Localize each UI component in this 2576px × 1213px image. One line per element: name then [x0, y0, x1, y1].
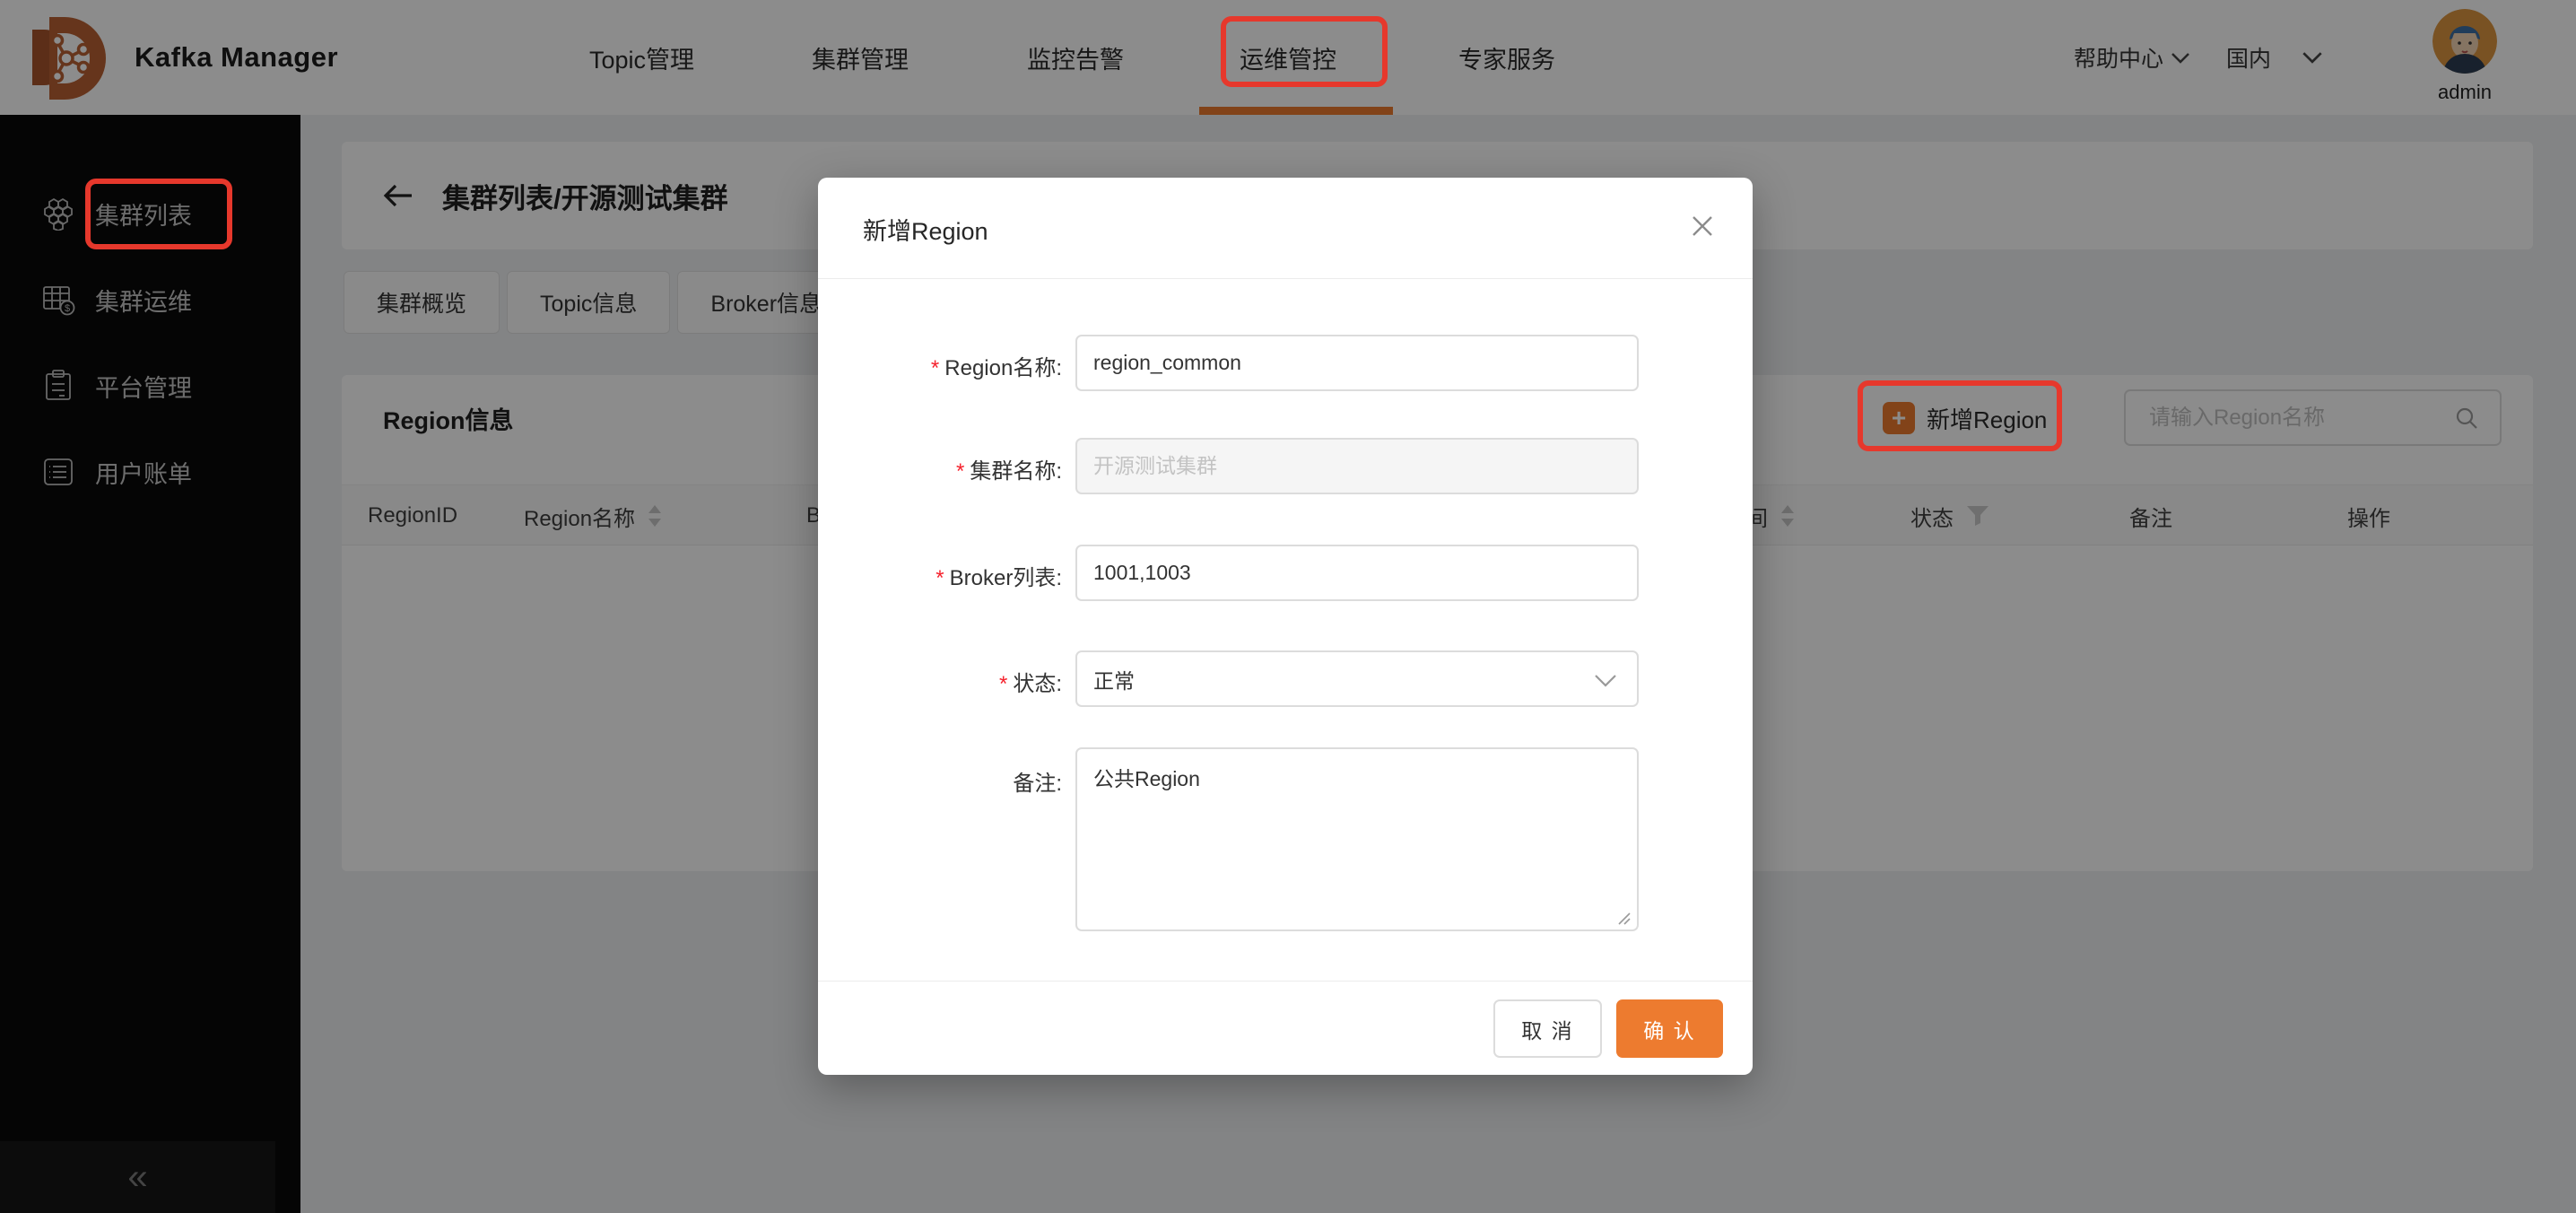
confirm-button[interactable]: 确 认: [1616, 999, 1723, 1058]
field-label-region-name: * Region名称:: [930, 356, 1062, 380]
remark-textarea[interactable]: 公共Region: [1075, 747, 1639, 931]
close-icon: [1693, 216, 1712, 236]
cancel-button[interactable]: 取 消: [1493, 999, 1602, 1058]
chevron-down-icon: [1595, 675, 1616, 687]
status-select-value: 正常: [1093, 668, 1135, 693]
region-name-input[interactable]: [1075, 335, 1639, 391]
required-mark: *: [930, 356, 940, 380]
modal-close-button[interactable]: [1686, 210, 1719, 242]
required-mark: *: [955, 459, 965, 484]
modal-header-divider: [818, 278, 1753, 279]
field-label-cluster-name: * 集群名称:: [955, 459, 1062, 484]
field-label-remark: 备注:: [1013, 772, 1062, 796]
add-region-modal: 新增Region *Region名称: *集群名称: *Broker列表: *状…: [818, 178, 1753, 1075]
broker-list-input[interactable]: [1075, 545, 1639, 601]
modal-title: 新增Region: [863, 218, 988, 245]
modal-footer-divider: [818, 981, 1753, 982]
field-label-status: * 状态:: [998, 672, 1062, 696]
field-label-broker-list: * Broker列表:: [936, 566, 1062, 590]
cluster-name-input: [1075, 438, 1639, 494]
required-mark: *: [998, 672, 1008, 696]
status-select[interactable]: 正常: [1075, 650, 1639, 707]
required-mark: *: [936, 566, 944, 590]
